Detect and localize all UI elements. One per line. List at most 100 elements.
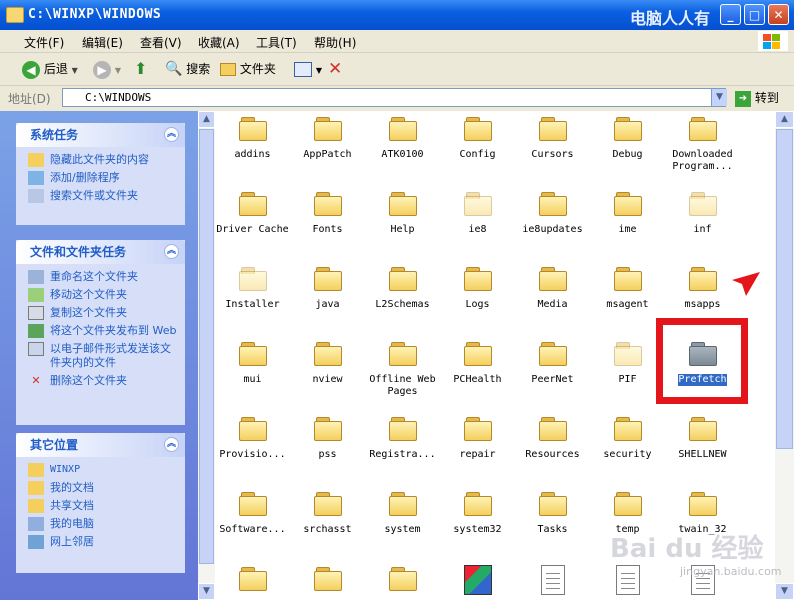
scroll-up-icon[interactable]: ▲ [775, 111, 794, 128]
folder-item[interactable]: inf [665, 190, 740, 236]
folder-item[interactable]: Downloaded Program... [665, 115, 740, 173]
folder-item[interactable] [215, 565, 290, 599]
minimize-button[interactable]: _ [720, 4, 741, 25]
folder-item[interactable]: Resources [515, 415, 590, 461]
folder-item[interactable]: ie8 [440, 190, 515, 236]
place-shared-documents[interactable]: 共享文档 [28, 499, 177, 513]
up-folder-button[interactable]: ⬆ [134, 58, 147, 80]
folder-item[interactable]: Config [440, 115, 515, 161]
address-label: 地址(D) [8, 92, 51, 106]
folder-item[interactable]: nview [290, 340, 365, 386]
place-my-documents[interactable]: 我的文档 [28, 481, 177, 495]
folder-item[interactable]: Driver Cache [215, 190, 290, 236]
folder-item[interactable]: repair [440, 415, 515, 461]
collapse-icon[interactable]: ︽ [164, 437, 179, 452]
task-move-folder[interactable]: 移动这个文件夹 [28, 288, 177, 302]
folder-item[interactable]: PeerNet [515, 340, 590, 386]
folder-item[interactable] [290, 565, 365, 599]
folder-item[interactable]: AppPatch [290, 115, 365, 161]
collapse-icon[interactable]: ︽ [164, 127, 179, 142]
address-input[interactable]: C:\WINDOWS [62, 88, 726, 107]
task-delete-folder[interactable]: ✕ 删除这个文件夹 [28, 374, 177, 388]
folder-item[interactable]: ime [590, 190, 665, 236]
folder-item[interactable]: L2Schemas [365, 265, 440, 311]
go-button[interactable]: ➜ 转到 [735, 89, 779, 107]
scroll-down-icon[interactable]: ▼ [198, 583, 215, 600]
folder-item[interactable]: PCHealth [440, 340, 515, 386]
place-network[interactable]: 网上邻居 [28, 535, 177, 549]
folder-item[interactable]: addins [215, 115, 290, 161]
watermark-text: 电脑人人有 [630, 9, 711, 28]
task-pane-scrollbar[interactable]: ▲ ▼ [198, 111, 215, 600]
folder-item[interactable]: ATK0100 [365, 115, 440, 161]
folder-item[interactable]: Registra... [365, 415, 440, 461]
hide-folder-icon [28, 153, 44, 167]
folder-item[interactable]: SHELLNEW [665, 415, 740, 461]
folder-item[interactable]: srchasst [290, 490, 365, 536]
folder-item[interactable]: Logs [440, 265, 515, 311]
address-dropdown-button[interactable]: ▼ [711, 89, 727, 106]
menu-tools[interactable]: 工具(T) [256, 34, 297, 51]
place-winxp[interactable]: WINXP [28, 463, 177, 477]
delete-icon[interactable]: ✕ [328, 58, 342, 80]
folder-item[interactable]: Help [365, 190, 440, 236]
menu-file[interactable]: 文件(F) [24, 34, 64, 51]
collapse-icon[interactable]: ︽ [164, 244, 179, 259]
folder-item[interactable]: msagent [590, 265, 665, 311]
task-hide-contents[interactable]: 隐藏此文件夹的内容 [28, 153, 177, 167]
menu-view[interactable]: 查看(V) [140, 34, 182, 51]
folder-item[interactable]: msapps [665, 265, 740, 311]
scroll-up-icon[interactable]: ▲ [198, 111, 215, 128]
system-tasks-header[interactable]: 系统任务 ︽ [16, 123, 185, 147]
other-places-header[interactable]: 其它位置 ︽ [16, 433, 185, 457]
folder-item[interactable]: Tasks [515, 490, 590, 536]
folder-label: srchasst [303, 524, 352, 535]
folder-item[interactable]: Debug [590, 115, 665, 161]
task-rename-folder[interactable]: 重命名这个文件夹 [28, 270, 177, 284]
folder-item[interactable]: PIF [590, 340, 665, 386]
folder-icon [238, 567, 267, 591]
close-button[interactable]: ✕ [768, 4, 789, 25]
scroll-down-icon[interactable]: ▼ [775, 583, 794, 600]
back-button[interactable]: ◀ 后退 ▼ [22, 58, 78, 80]
task-email-folder[interactable]: 以电子邮件形式发送该文件夹内的文件 [28, 342, 177, 370]
scroll-thumb[interactable] [199, 129, 214, 564]
menu-favorites[interactable]: 收藏(A) [198, 34, 240, 51]
folder-item[interactable]: Installer [215, 265, 290, 311]
folder-item[interactable]: system [365, 490, 440, 536]
folder-item[interactable]: java [290, 265, 365, 311]
folder-item[interactable]: pss [290, 415, 365, 461]
folder-item[interactable]: security [590, 415, 665, 461]
folder-item[interactable]: ie8updates [515, 190, 590, 236]
place-my-computer[interactable]: 我的电脑 [28, 517, 177, 531]
program-item[interactable] [440, 565, 515, 595]
folder-label: addins [234, 149, 271, 160]
folder-item[interactable]: Fonts [290, 190, 365, 236]
folder-item[interactable]: Media [515, 265, 590, 311]
folder-item[interactable]: system32 [440, 490, 515, 536]
views-button[interactable]: ▼ [294, 58, 322, 80]
folder-item[interactable]: Offline Web Pages [365, 340, 440, 398]
task-add-remove-programs[interactable]: 添加/删除程序 [28, 171, 177, 185]
folder-item[interactable]: Provisio... [215, 415, 290, 461]
highlight-box [656, 318, 748, 404]
file-item[interactable] [515, 565, 590, 599]
file-list-scrollbar[interactable]: ▲ ▼ [775, 111, 794, 600]
forward-button[interactable]: ▶ ▼ [93, 58, 121, 80]
folder-item[interactable]: mui [215, 340, 290, 386]
folder-item[interactable] [365, 565, 440, 599]
menu-edit[interactable]: 编辑(E) [82, 34, 123, 51]
folders-button[interactable]: 文件夹 [220, 58, 276, 80]
search-button[interactable]: 🔍 搜索 [165, 58, 210, 80]
scroll-thumb[interactable] [776, 129, 793, 449]
folder-item[interactable]: Software... [215, 490, 290, 536]
folder-item[interactable]: Cursors [515, 115, 590, 161]
folder-icon [613, 342, 642, 366]
file-item[interactable] [590, 565, 665, 599]
maximize-button[interactable]: □ [744, 4, 765, 25]
task-search-files[interactable]: 搜索文件或文件夹 [28, 189, 177, 203]
task-publish-web[interactable]: 将这个文件夹发布到 Web [28, 324, 177, 338]
file-tasks-header[interactable]: 文件和文件夹任务 ︽ [16, 240, 185, 264]
menu-help[interactable]: 帮助(H) [314, 34, 356, 51]
task-copy-folder[interactable]: 复制这个文件夹 [28, 306, 177, 320]
